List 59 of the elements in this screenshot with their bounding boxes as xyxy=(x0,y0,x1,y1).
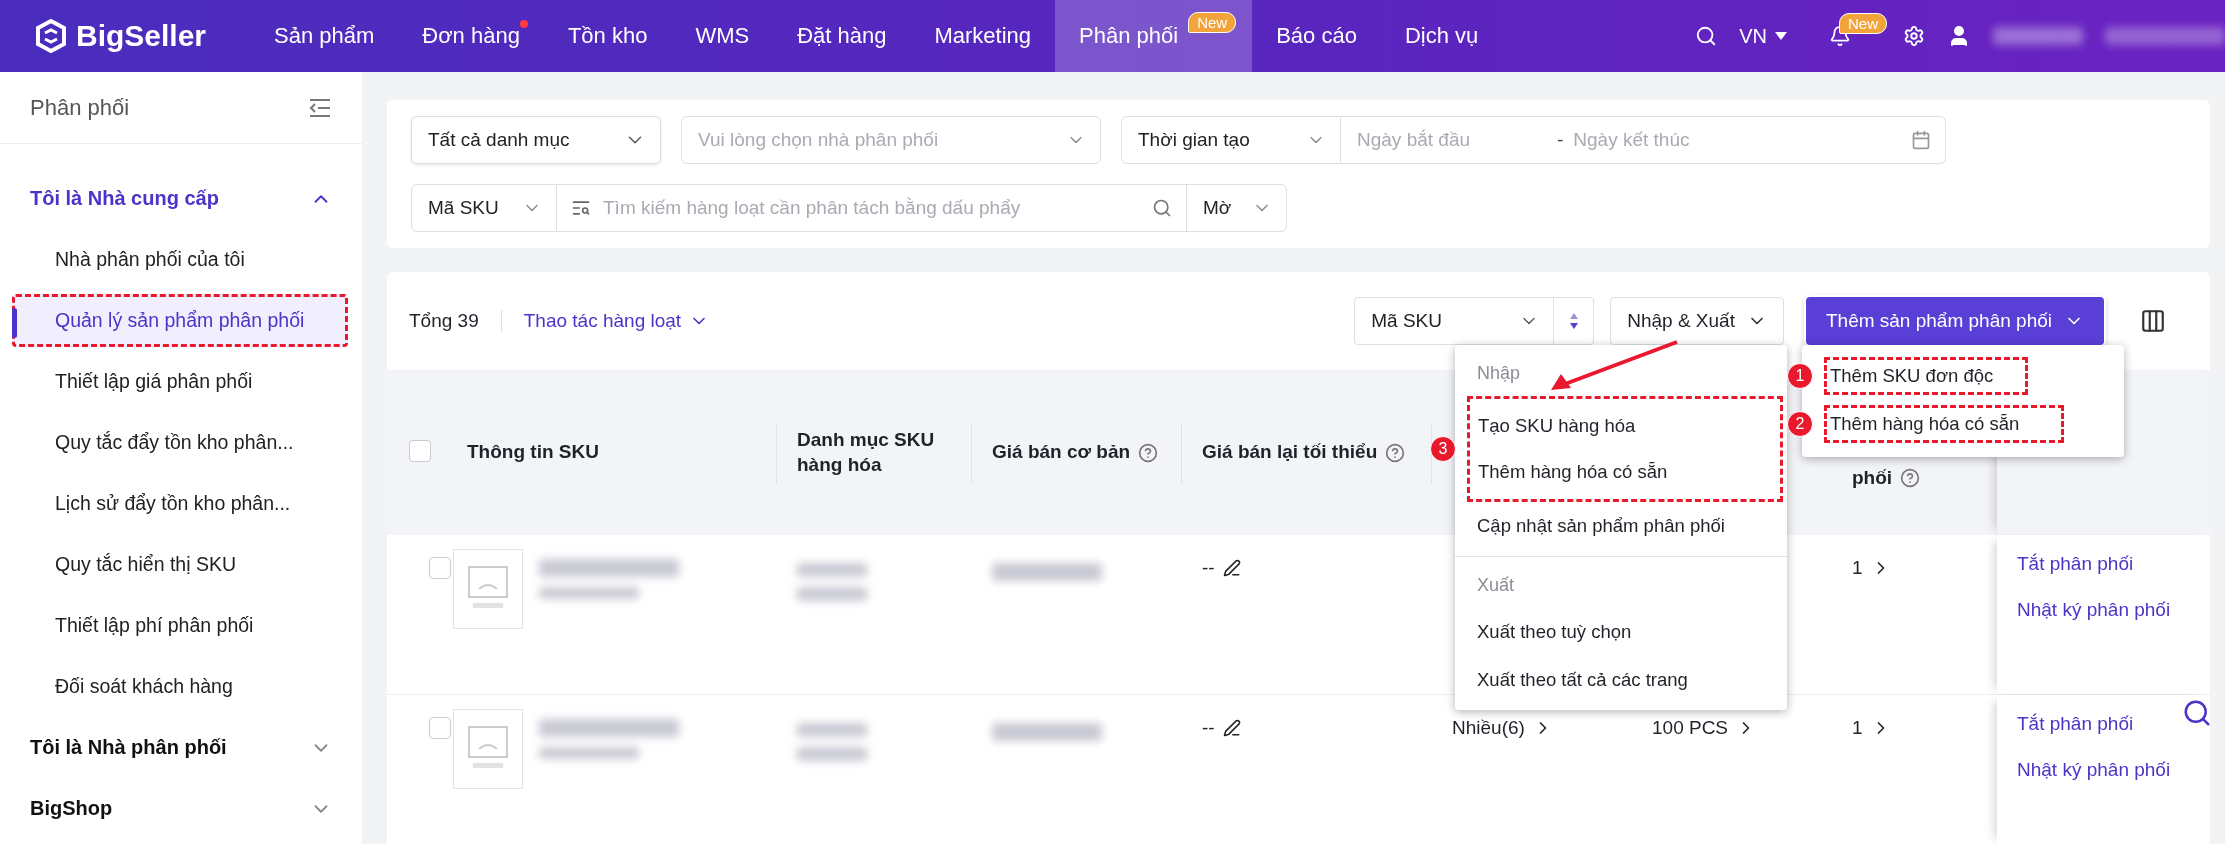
sidebar-group[interactable]: Tôi là Nhà phân phối xyxy=(0,717,362,778)
nav-tab[interactable]: Sản phẩm xyxy=(250,0,399,72)
variant-link[interactable]: Nhiều(6) xyxy=(1452,717,1525,739)
action-link[interactable]: Nhật ký phân phối xyxy=(2017,599,2190,621)
column-header: Danh mục SKU hàng hóa xyxy=(797,427,936,477)
sidebar-item[interactable]: Lịch sử đẩy tồn kho phân... xyxy=(12,477,348,530)
store-count-link[interactable]: 1 xyxy=(1852,557,1863,579)
sidebar-group[interactable]: Tôi là Nhà cung cấp xyxy=(0,168,362,229)
new-badge: New xyxy=(1839,13,1887,34)
column-header: Giá bán cơ bản xyxy=(992,440,1131,465)
nav-tab[interactable]: WMS xyxy=(671,0,774,72)
nav-tab[interactable]: Báo cáo xyxy=(1252,0,1381,72)
language-selector[interactable]: VN xyxy=(1739,24,1787,48)
sidebar-title: Phân phối xyxy=(30,94,130,121)
nav-tab[interactable]: Dịch vụ xyxy=(1380,0,1503,72)
sidebar-group[interactable]: BigShop xyxy=(0,778,362,839)
total-count: Tổng 39 xyxy=(409,310,502,332)
menu-item[interactable]: Cập nhật sản phẩm phân phối xyxy=(1455,502,1787,550)
logo-text: BigSeller xyxy=(76,19,207,53)
menu-item[interactable]: Xuất theo tất cả các trang xyxy=(1455,656,1787,704)
category-select[interactable]: Tất cả danh mục xyxy=(411,116,661,164)
action-link[interactable]: Nhật ký phân phối xyxy=(2017,759,2190,781)
sidebar-item[interactable]: Nhà phân phối của tôi xyxy=(12,233,348,286)
store-count-link[interactable]: 1 xyxy=(1852,717,1863,739)
sidebar-item[interactable]: Thiết lập giá phân phối xyxy=(12,355,348,408)
match-mode-select[interactable]: Mờ xyxy=(1187,184,1287,232)
sidebar-item[interactable]: Quy tắc hiển thị SKU xyxy=(12,538,348,591)
price-text: -- xyxy=(1202,557,1215,579)
add-product-button[interactable]: Thêm sản phẩm phân phối xyxy=(1805,297,2104,345)
sidebar-item[interactable]: Đối soát khách hàng xyxy=(12,660,348,713)
nav-tab[interactable]: Marketing xyxy=(910,0,1056,72)
time-type-select[interactable]: Thời gian tạo xyxy=(1121,116,1341,164)
column-header: Giá bán lại tối thiểu xyxy=(1202,440,1378,465)
menu-section-title: Xuất xyxy=(1477,575,1515,596)
price-text: -- xyxy=(1202,717,1215,739)
action-link[interactable]: Tắt phân phối xyxy=(2017,713,2190,735)
menu-section-title: Nhập xyxy=(1477,363,1521,384)
sidebar-item[interactable]: Thiết lập phí phân phối xyxy=(12,599,348,652)
nav-tab[interactable]: Tồn kho xyxy=(543,0,672,72)
sort-field-select[interactable]: Mã SKU xyxy=(1354,297,1555,345)
menu-item[interactable]: Thêm hàng hóa có sẵn xyxy=(1470,449,1780,495)
nav-tab[interactable]: Đơn hàng xyxy=(398,0,544,72)
column-header: Thông tin SKU xyxy=(467,440,599,465)
sidebar-item[interactable]: Quy tắc đẩy tồn kho phân... xyxy=(12,416,348,469)
date-range-field[interactable]: Ngày bắt đầu - Ngày kết thúc xyxy=(1341,116,1946,164)
nav-tab[interactable]: Phân phối New xyxy=(1055,0,1253,72)
action-link[interactable]: Tắt phân phối xyxy=(2017,553,2190,575)
stock-link[interactable]: 100 PCS xyxy=(1652,717,1729,739)
bulk-action-dropdown[interactable]: Thao tác hàng loạt xyxy=(523,310,710,332)
step-number: 1 xyxy=(1787,363,1813,389)
new-badge: New xyxy=(1188,12,1237,33)
import-export-button[interactable]: Nhập & Xuất xyxy=(1610,297,1784,345)
menu-item[interactable]: Xuất theo tuỳ chọn xyxy=(1455,608,1787,656)
logo[interactable]: BigSeller xyxy=(0,0,250,72)
search-field-select[interactable]: Mã SKU xyxy=(411,184,557,232)
column-header: phối xyxy=(1852,467,1893,489)
nav-tab[interactable]: Đặt hàng xyxy=(773,0,911,72)
menu-item[interactable]: Tạo SKU hàng hóa xyxy=(1470,403,1780,449)
sidebar-item[interactable]: Quản lý sản phẩm phân phối xyxy=(12,294,348,347)
